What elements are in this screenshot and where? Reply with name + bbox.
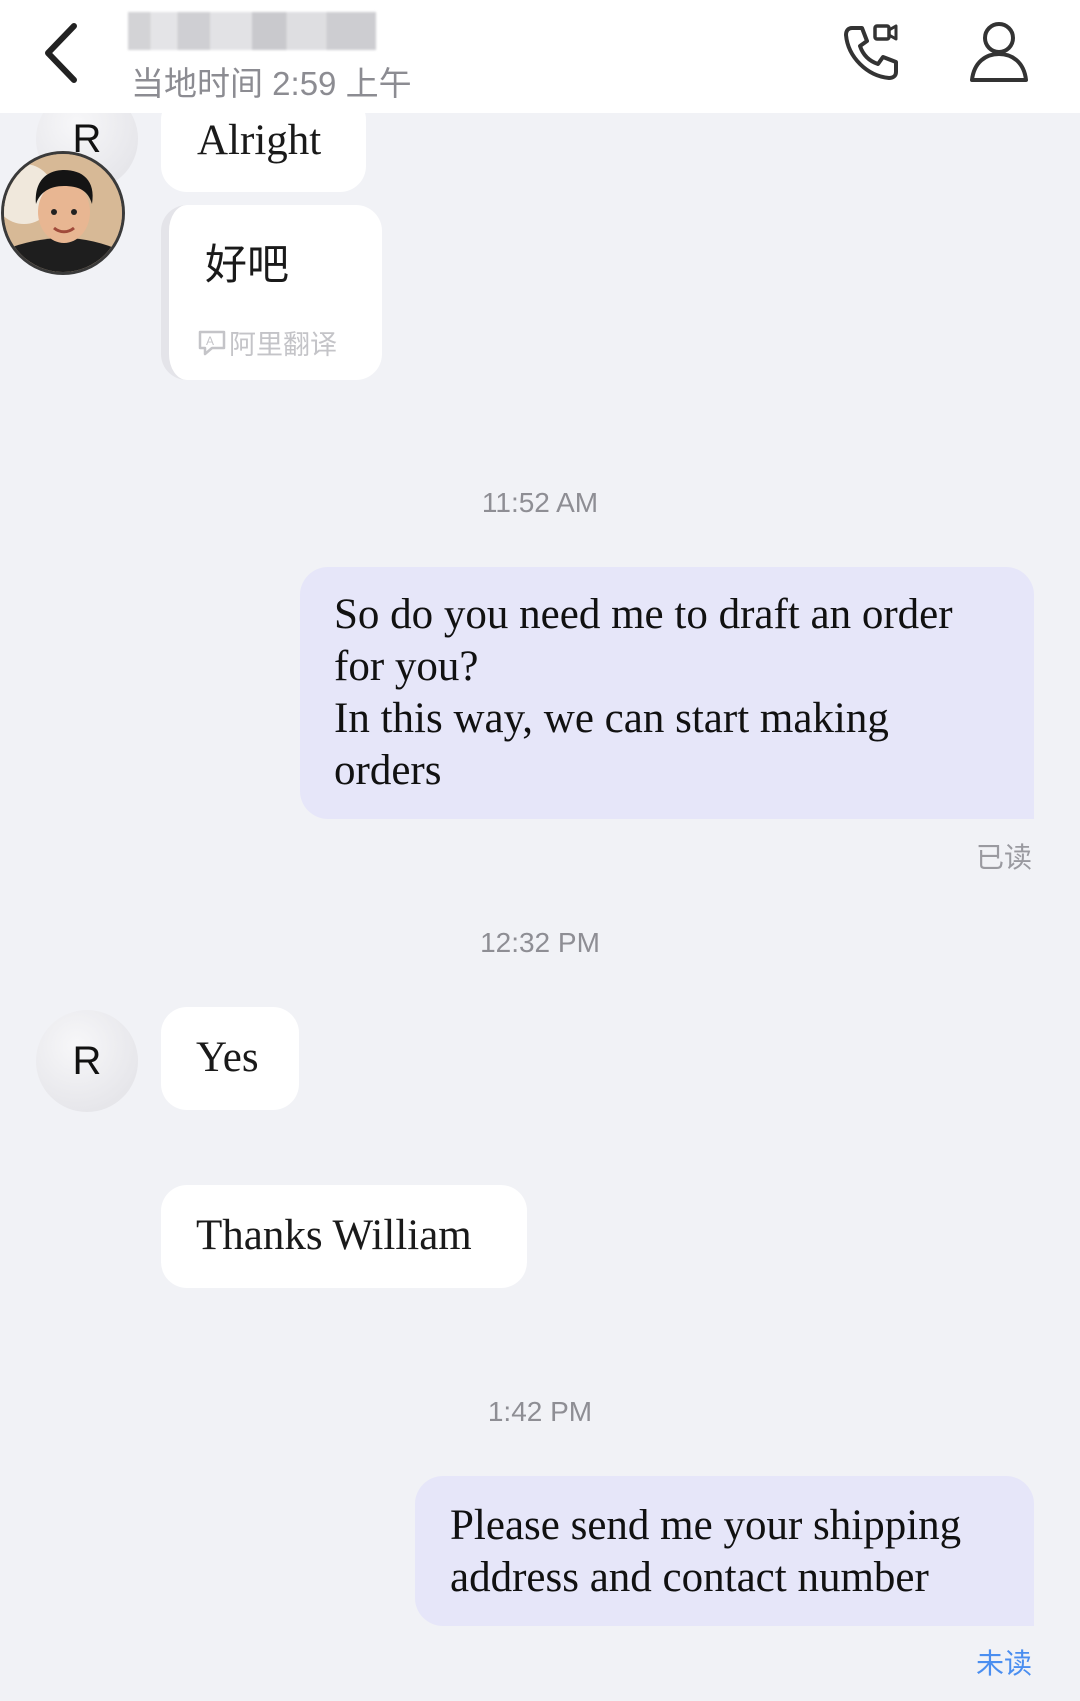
chat-header: 当地时间 2:59 上午 bbox=[0, 0, 1080, 113]
unread-status: 未读 bbox=[975, 1647, 1032, 1680]
svg-text:A: A bbox=[206, 334, 214, 348]
message-bubble-outgoing[interactable]: Please send me your shipping address and… bbox=[415, 1476, 1034, 1626]
message-bubble-incoming[interactable]: Thanks William bbox=[161, 1185, 527, 1288]
timestamp: 12:32 PM bbox=[480, 927, 600, 958]
timestamp: 1:42 PM bbox=[487, 1396, 593, 1427]
chevron-left-icon bbox=[45, 23, 77, 83]
translate-icon: A bbox=[198, 330, 226, 355]
read-status: 已读 bbox=[975, 841, 1032, 874]
contact-avatar-photo[interactable] bbox=[1, 151, 125, 275]
message-text: Alright bbox=[197, 117, 322, 164]
message-text: Yes bbox=[196, 1034, 259, 1081]
message-line: orders bbox=[334, 747, 442, 794]
message-bubble-outgoing[interactable]: So do you need me to draft an order for … bbox=[300, 567, 1034, 819]
call-button[interactable] bbox=[838, 18, 906, 86]
contact-name-blurred bbox=[128, 12, 376, 50]
avatar-initial: R bbox=[72, 1038, 102, 1083]
profile-button[interactable] bbox=[966, 18, 1032, 86]
video-call-phone-icon bbox=[844, 24, 898, 80]
contact-avatar[interactable]: R bbox=[36, 1010, 138, 1112]
message-line: Please send me your shipping bbox=[450, 1502, 962, 1549]
message-line: So do you need me to draft an order bbox=[334, 591, 953, 638]
timestamp: 11:52 AM bbox=[481, 487, 599, 518]
message-line: for you? bbox=[334, 643, 479, 690]
back-button[interactable] bbox=[38, 18, 88, 88]
message-line: In this way, we can start making bbox=[334, 695, 889, 742]
user-profile-icon bbox=[970, 22, 1028, 82]
contact-local-time: 当地时间 2:59 上午 bbox=[131, 65, 412, 102]
translation-label: 阿里翻译 bbox=[229, 330, 337, 361]
message-line: address and contact number bbox=[450, 1554, 929, 1601]
avatar-photo-image bbox=[4, 154, 122, 272]
message-text: Thanks William bbox=[196, 1212, 472, 1259]
message-text: 好吧 bbox=[205, 240, 290, 289]
message-bubble-incoming[interactable]: Yes bbox=[161, 1007, 299, 1110]
translation-tag[interactable]: A 阿里翻译 bbox=[197, 323, 337, 362]
